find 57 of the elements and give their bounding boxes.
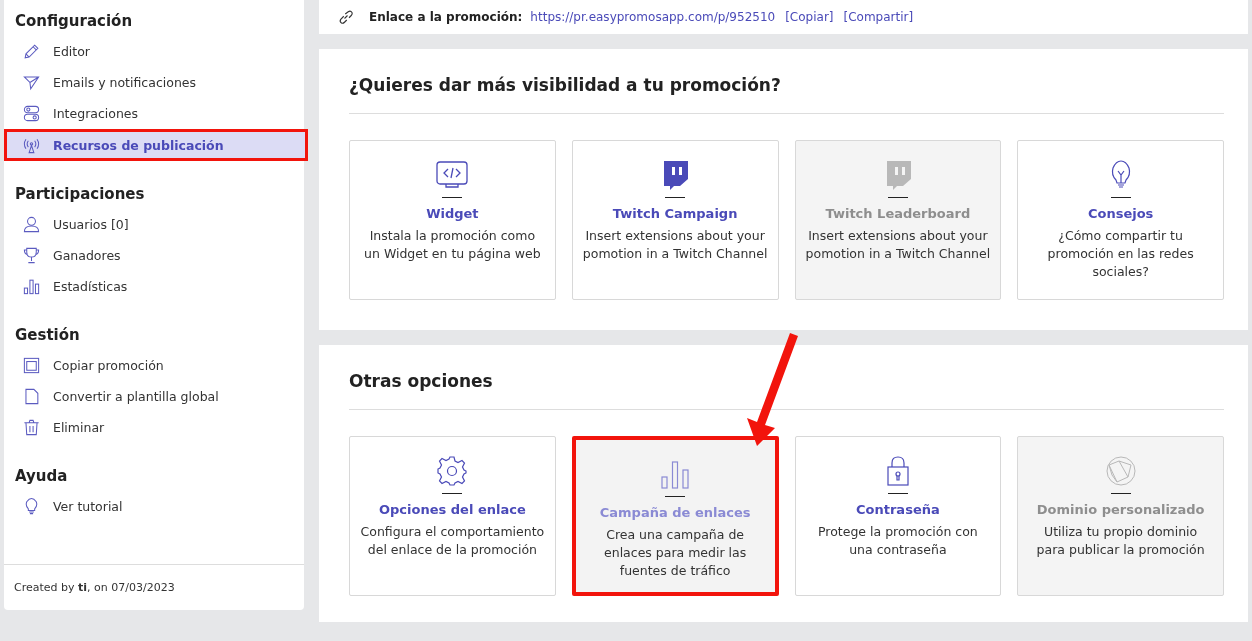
send-icon [22,73,41,92]
sidebar-item[interactable]: Convertir a plantilla global [4,381,304,412]
user-icon [22,215,41,234]
trophy-icon [22,246,41,265]
card-description: Insert extensions about your pomotion in a Twitch Channel [805,227,991,263]
option-card[interactable]: Widget Instala la promoción como un Widget en tu página web [349,140,556,300]
option-card[interactable]: Consejos ¿Cómo compartir tu promoción en las redes sociales? [1017,140,1224,300]
sidebar-item[interactable]: Ver tutorial [4,491,304,522]
link-icon [337,8,355,26]
section-heading: Gestión [14,326,81,344]
card-description: Configura el comportamiento del enlace de la promoción [360,523,545,559]
link-label: Enlace a la promoción: [369,10,523,24]
sidebar-item[interactable]: Recursos de publicación [4,129,308,161]
card-description: Protege la promoción con una contraseña [817,523,979,559]
gear-icon [436,455,469,487]
action-link[interactable]: [Compartir] [843,10,914,24]
sidebar-item[interactable]: Copiar promoción [4,350,304,381]
code-icon [436,159,469,191]
sidebar-item[interactable]: Eliminar [4,412,304,443]
sidebar-item[interactable]: Editor [4,36,304,67]
section-heading: Participaciones [14,185,146,203]
card-description: Instala la promoción como un Widget en tu página web [363,227,542,263]
card-title: Dominio personalizado [1036,502,1205,517]
card-title: Opciones del enlace [379,502,526,517]
pencil-icon [22,42,41,61]
option-card[interactable]: Campaña de enlaces Crea una campaña de enlaces para medir las fuentes de tráfico [571,436,779,596]
globe-icon [1104,455,1137,487]
bars-icon [659,458,692,490]
card-title: Twitch Campaign [612,206,738,221]
sidebar-item[interactable]: Integraciones [4,98,304,129]
option-card[interactable]: Twitch Campaign Insert extensions about your pomotion in a Twitch Channel [571,140,779,300]
card-description: Insert extensions about your pomotion in a Twitch Channel [582,227,768,263]
card-description: Utiliza tu propio dominio para publicar la promoción [1035,523,1206,559]
section-heading: Ayuda [14,467,69,485]
toggles-icon [22,104,41,123]
section-heading: ¿Quieres dar más visibilidad a tu promoción? [349,75,1224,114]
action-link[interactable]: [Copiar] [785,10,834,24]
copy-icon [22,356,41,375]
option-card[interactable]: Opciones del enlace Configura el comportamiento del enlace de la promoción [349,436,556,596]
card-title: Widget [426,206,479,221]
card-title: Campaña de enlaces [599,505,751,520]
card-description: ¿Cómo compartir tu promoción en las redes sociales? [1046,227,1195,281]
file-icon [22,387,41,406]
sidebar-item[interactable]: Ganadores [4,240,304,271]
card-description: Crea una campaña de enlaces para medir las fuentes de tráfico [603,526,748,580]
card-title: Twitch Leaderboard [825,206,971,221]
sidebar-item[interactable]: Usuarios [0] [4,209,304,240]
sidebar-item[interactable]: Estadísticas [4,271,304,302]
promotion-link[interactable]: https://pr.easypromosapp.com/p/952510 [530,10,776,24]
sidebar-item[interactable]: Emails y notificaciones [4,67,304,98]
bars-icon [22,277,41,296]
card-title: Contraseña [856,502,940,517]
trash-icon [22,418,41,437]
option-card[interactable]: Contraseña Protege la promoción con una contraseña [794,436,1002,596]
created-by-text: Created by ti, on 07/03/2023 [14,581,175,594]
card-title: Consejos [1087,206,1154,221]
section-heading: Configuración [14,12,134,30]
